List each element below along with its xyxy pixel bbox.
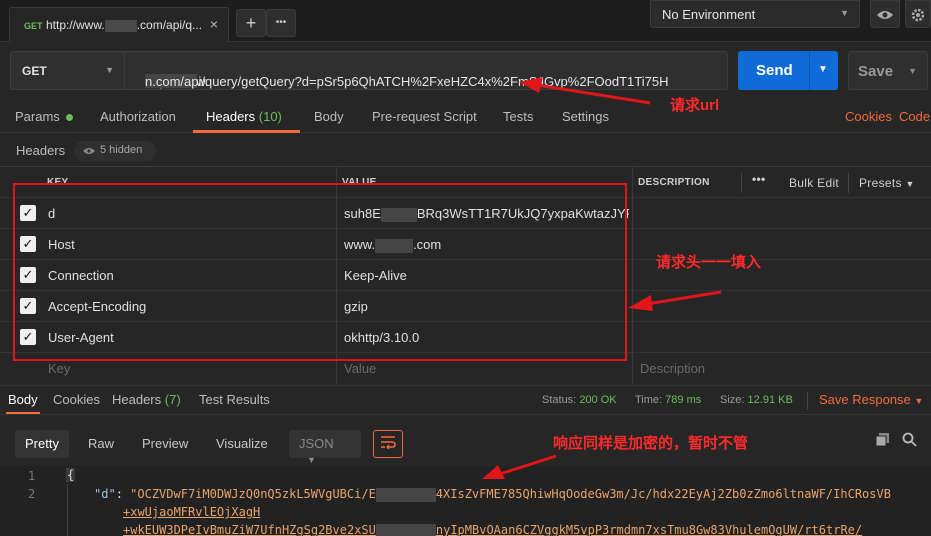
save-label: Save xyxy=(858,63,894,80)
headers-title: Headers xyxy=(16,143,66,158)
method-label: GET xyxy=(22,64,47,78)
status-info: Status: 200 OK xyxy=(542,394,617,406)
environment-select[interactable]: No Environment ▼ xyxy=(650,0,860,28)
time-info: Time: 789 ms xyxy=(635,394,702,406)
pretty-button[interactable]: Pretty xyxy=(15,430,69,458)
environment-label: No Environment xyxy=(662,7,756,22)
tab-method: GET xyxy=(24,21,43,31)
tab-params[interactable]: Params xyxy=(15,109,73,124)
tab-response-cookies[interactable]: Cookies xyxy=(53,392,100,407)
active-tab-indicator xyxy=(193,130,300,133)
presets-dropdown[interactable]: Presets ▼ xyxy=(859,176,915,190)
response-tabs: Body Cookies Headers (7) Test Results St… xyxy=(0,385,931,415)
eye-icon[interactable] xyxy=(870,0,900,28)
annotation-arrow-response xyxy=(482,454,557,479)
annotation-headers: 请求头一一填入 xyxy=(656,254,762,271)
key-placeholder[interactable]: Key xyxy=(48,361,70,376)
code-link[interactable]: Code xyxy=(899,109,930,124)
tab-prerequest-script[interactable]: Pre-request Script xyxy=(372,109,477,124)
new-tab-button[interactable]: + xyxy=(236,9,266,37)
tab-authorization[interactable]: Authorization xyxy=(100,109,176,124)
tab-title: http://www. .com/api/q... xyxy=(46,18,203,32)
eye-icon xyxy=(83,148,95,154)
search-icon[interactable] xyxy=(902,432,917,450)
bulk-edit-link[interactable]: Bulk Edit xyxy=(789,176,839,190)
size-value: 12.91 KB xyxy=(747,394,793,406)
tab-response-headers[interactable]: Headers (7) xyxy=(112,392,181,407)
annotation-arrow-headers xyxy=(628,290,722,311)
gear-icon[interactable] xyxy=(905,0,931,28)
hidden-count: 5 hidden xyxy=(100,144,143,156)
save-button[interactable]: Save ▼ xyxy=(848,51,928,90)
format-bar: Pretty Raw Preview Visualize JSON ▼ xyxy=(0,424,931,465)
method-select[interactable]: GET ▼ xyxy=(10,51,125,90)
copy-icon[interactable] xyxy=(875,433,890,450)
tab-settings[interactable]: Settings xyxy=(562,109,609,124)
request-tab[interactable]: GET http://www. .com/api/q... × xyxy=(9,7,229,42)
active-tab-indicator xyxy=(6,412,40,414)
raw-button[interactable]: Raw xyxy=(78,430,124,458)
more-options-icon[interactable]: ••• xyxy=(752,172,766,186)
json-line: +wkEUW3DPeIvBmuZiW7UfnHZgSg2Bve2xSU nyIpM… xyxy=(123,523,863,536)
status-dot xyxy=(65,114,73,122)
tab-body[interactable]: Body xyxy=(314,109,344,124)
json-line: +xwUjaoMFRvlEOjXagH xyxy=(123,505,261,519)
send-button[interactable]: Send ▼ xyxy=(738,51,838,90)
request-tabs: Params Authorization Headers (10) Body P… xyxy=(0,101,931,133)
status-value: 200 OK xyxy=(579,394,617,406)
tab-headers[interactable]: Headers (10) xyxy=(206,109,282,124)
open-brace: { xyxy=(66,468,76,482)
preview-button[interactable]: Preview xyxy=(132,430,198,458)
more-tabs-button[interactable]: ••• xyxy=(266,9,296,37)
chevron-down-icon: ▼ xyxy=(105,65,114,75)
annotation-response: 响应同样是加密的，暂时不管 xyxy=(553,435,749,452)
save-response-button[interactable]: Save Response ▼ xyxy=(819,392,923,407)
size-info: Size: 12.91 KB xyxy=(720,394,793,406)
value-placeholder[interactable]: Value xyxy=(344,361,376,376)
column-description: DESCRIPTION xyxy=(638,177,710,188)
wrap-lines-icon[interactable] xyxy=(373,430,403,458)
chevron-down-icon[interactable]: ▼ xyxy=(908,66,917,76)
tab-test-results[interactable]: Test Results xyxy=(199,392,270,407)
format-select[interactable]: JSON ▼ xyxy=(289,430,361,465)
annotation-box xyxy=(13,183,627,361)
tab-response-body[interactable]: Body xyxy=(8,392,38,407)
json-line: "d": "OCZVDwF7iM0DWJzQ0nQ5zkL5WVgUBCi/E 4… xyxy=(94,487,891,502)
description-placeholder[interactable]: Description xyxy=(640,361,705,376)
tab-tests[interactable]: Tests xyxy=(503,109,533,124)
close-tab-icon[interactable]: × xyxy=(210,16,218,32)
response-body[interactable]: 1 2 { "d": "OCZVDwF7iM0DWJzQ0nQ5zkL5WVgU… xyxy=(0,466,931,536)
send-label: Send xyxy=(756,62,793,79)
cookies-link[interactable]: Cookies xyxy=(845,109,892,124)
time-value: 789 ms xyxy=(665,394,702,406)
chevron-down-icon[interactable]: ▼ xyxy=(818,64,828,75)
chevron-down-icon: ▼ xyxy=(840,8,849,18)
hidden-headers-toggle[interactable]: 5 hidden xyxy=(74,141,156,161)
visualize-button[interactable]: Visualize xyxy=(206,430,278,458)
